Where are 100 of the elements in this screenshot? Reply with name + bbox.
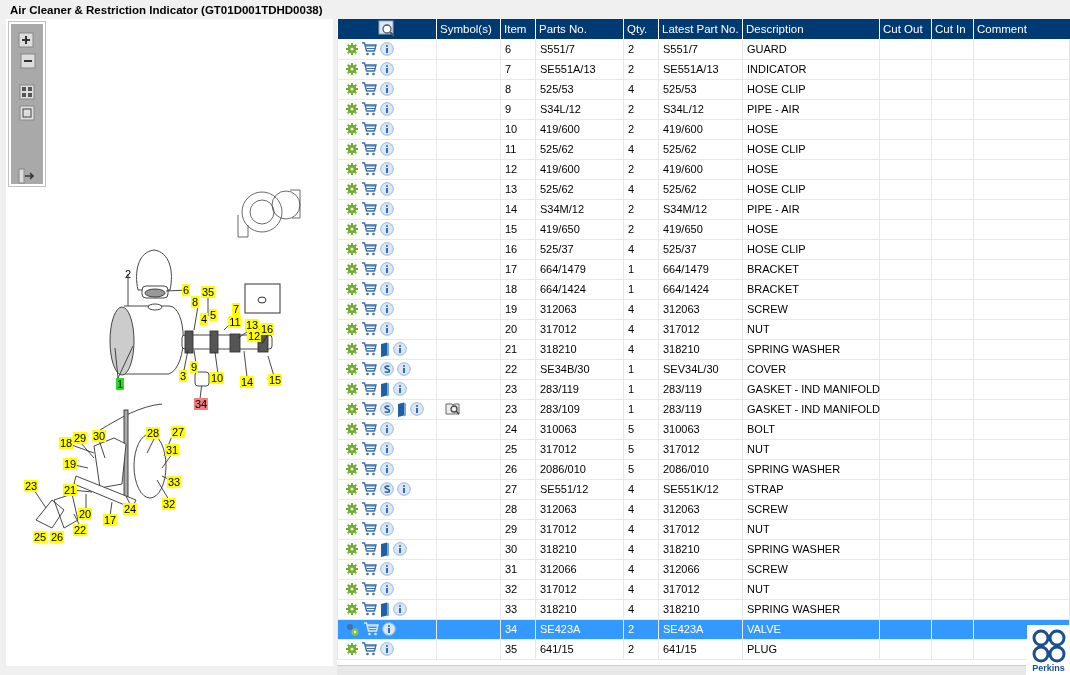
callout-label[interactable]: 15 [267,374,283,386]
callout-label[interactable]: 8 [190,296,200,308]
callout-label[interactable]: 20 [77,508,93,520]
gear-icon[interactable] [346,83,358,95]
cart-icon[interactable] [361,362,377,376]
callout-label[interactable]: 29 [72,432,88,444]
gear-icon[interactable] [346,63,358,75]
callout-label[interactable]: 7 [231,303,241,315]
book-icon[interactable] [397,401,407,417]
info-icon[interactable] [380,422,394,436]
table-row[interactable]: 8 525/53 4 525/53 HOSE CLIP [337,79,1070,99]
table-row[interactable]: 23 283/119 1 283/119 GASKET - IND MANIFOLD [337,379,1070,399]
callout-label[interactable]: 34 [193,398,209,410]
info-icon[interactable] [397,482,411,496]
cart-icon[interactable] [361,642,377,656]
cart-icon[interactable] [361,322,377,336]
gear-icon[interactable] [346,423,358,435]
s-circle-icon[interactable] [380,362,394,376]
cart-icon[interactable] [361,422,377,436]
callout-label[interactable]: 17 [102,514,118,526]
info-icon[interactable] [410,402,424,416]
info-icon[interactable] [393,602,407,616]
table-row[interactable]: 25 317012 5 317012 NUT [337,439,1070,459]
callout-label[interactable]: 22 [72,524,88,536]
info-icon[interactable] [380,582,394,596]
callout-label[interactable]: 18 [58,437,74,449]
s-circle-icon[interactable] [380,482,394,496]
gear-icon[interactable] [346,263,358,275]
gear-icon[interactable] [346,323,358,335]
gear-icon[interactable] [346,543,358,555]
callout-label[interactable]: 14 [239,376,255,388]
column-header[interactable]: Latest Part No. [658,19,743,39]
cart-icon[interactable] [361,62,377,76]
gear-icon[interactable] [346,503,358,515]
cart-icon[interactable] [361,222,377,236]
horizontal-scrollbar[interactable] [337,665,1026,675]
callout-label[interactable]: 24 [122,503,138,515]
table-row[interactable]: 19 312063 4 312063 SCREW [337,299,1070,319]
callout-label[interactable]: 5 [208,309,218,321]
callout-label[interactable]: 31 [164,444,180,456]
info-icon[interactable] [380,41,394,56]
cart-icon[interactable] [361,442,377,456]
callout-label[interactable]: 30 [91,430,107,442]
column-header[interactable]: Item [500,19,536,39]
info-icon[interactable] [380,202,394,216]
callout-label[interactable]: 32 [161,498,177,510]
gear-icon[interactable] [346,183,358,195]
table-row[interactable]: 32 317012 4 317012 NUT [337,579,1070,599]
callout-label[interactable]: 11 [228,316,242,328]
cart-icon[interactable] [361,402,377,416]
export-arrow-icon[interactable] [17,167,37,184]
info-icon[interactable] [380,242,394,256]
gear-icon[interactable] [346,343,358,355]
table-row[interactable]: 9 S34L/12 2 S34L/12 PIPE - AIR [337,99,1070,119]
fit-grid-icon[interactable] [17,83,37,101]
gear-icon[interactable] [346,603,358,615]
cart-icon[interactable] [361,182,377,196]
gears-icon[interactable] [346,622,360,636]
book-icon[interactable] [380,541,390,557]
book-icon[interactable] [380,341,390,357]
cart-icon[interactable] [361,482,377,496]
table-row[interactable]: 20 317012 4 317012 NUT [337,319,1070,339]
info-icon[interactable] [380,282,394,296]
info-icon[interactable] [380,182,394,196]
info-icon[interactable] [380,562,394,576]
callout-label[interactable]: 2 [123,268,133,280]
info-icon[interactable] [380,222,394,236]
gear-icon[interactable] [346,42,358,55]
table-row[interactable]: 17 664/1479 1 664/1479 BRACKET [337,259,1070,279]
gear-icon[interactable] [346,283,358,295]
info-icon[interactable] [380,82,394,96]
info-icon[interactable] [380,442,394,456]
info-icon[interactable] [380,642,394,656]
book-icon[interactable] [380,601,390,617]
info-icon[interactable] [380,142,394,156]
cart-icon[interactable] [361,102,377,116]
table-row[interactable]: 6 S551/7 2 S551/7 GUARD [337,39,1070,59]
callout-label[interactable]: 10 [209,372,225,384]
cart-icon[interactable] [361,582,377,596]
callout-label[interactable]: 33 [166,476,182,488]
table-row[interactable]: 33 318210 4 318210 SPRING WASHER [337,599,1070,619]
info-icon[interactable] [397,362,411,376]
callout-label[interactable]: 3 [178,370,188,382]
table-row[interactable]: 31 312066 4 312066 SCREW [337,559,1070,579]
info-icon[interactable] [393,542,407,556]
gear-icon[interactable] [346,203,358,215]
callout-label[interactable]: 1 [115,378,125,390]
gear-icon[interactable] [346,403,358,415]
table-row[interactable]: 24 310063 5 310063 BOLT [337,419,1070,439]
callout-label[interactable]: 23 [23,480,39,492]
gear-icon[interactable] [346,163,358,175]
table-row[interactable]: 15 419/650 2 419/650 HOSE [337,219,1070,239]
table-row[interactable]: 11 525/62 4 525/62 HOSE CLIP [337,139,1070,159]
table-row[interactable]: 22 SE34B/30 1 SEV34L/30 COVER [337,359,1070,379]
table-row[interactable]: 12 419/600 2 419/600 HOSE [337,159,1070,179]
cart-icon[interactable] [361,342,377,356]
search-icon[interactable] [378,19,396,37]
gear-icon[interactable] [346,243,358,255]
table-row[interactable]: 14 S34M/12 2 S34M/12 PIPE - AIR [337,199,1070,219]
info-icon[interactable] [393,382,407,396]
